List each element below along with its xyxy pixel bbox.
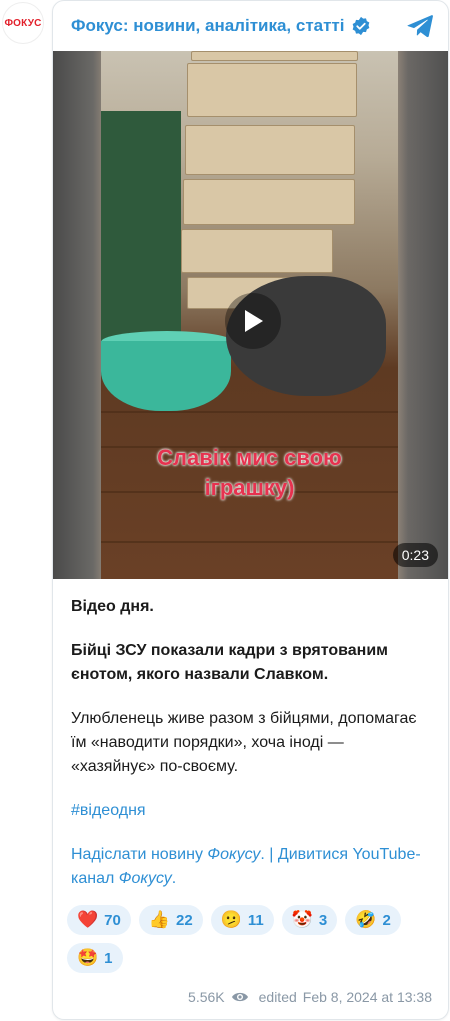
confused-face-icon: 🫤 xyxy=(220,910,242,930)
send-news-link[interactable]: Надіслати новину Фокусу xyxy=(71,846,260,863)
reaction-confused[interactable]: 🫤 11 xyxy=(210,905,274,935)
crate xyxy=(191,51,358,61)
message-header: Фокус: новини, аналітика, статті xyxy=(53,1,448,51)
video-player[interactable]: Славік мис свою іграшку) 0:23 xyxy=(53,51,448,579)
telegram-icon[interactable] xyxy=(406,13,434,39)
floorboard xyxy=(101,411,398,413)
green-basin xyxy=(101,341,231,411)
message-card: Фокус: новини, аналітика, статті Славік … xyxy=(52,0,449,1020)
reaction-count: 11 xyxy=(247,911,264,929)
overlay-line-2: іграшку) xyxy=(204,475,295,500)
heart-icon: ❤️ xyxy=(77,910,99,930)
message-date[interactable]: Feb 8, 2024 at 13:38 xyxy=(303,989,432,1005)
overlay-line-1: Славік мис свою xyxy=(157,445,342,470)
send-news-em: Фокусу xyxy=(207,846,261,863)
crate xyxy=(185,125,355,175)
post-lead: Бійці ЗСУ показали кадри з врятованим єн… xyxy=(71,642,389,683)
eye-icon xyxy=(231,992,248,1002)
reaction-count: 70 xyxy=(104,911,121,929)
avatar-logo-text: ФОКУС xyxy=(4,17,42,29)
reaction-rofl[interactable]: 🤣 2 xyxy=(345,905,401,935)
verified-badge-icon xyxy=(352,16,369,36)
reaction-count: 22 xyxy=(176,911,193,929)
video-caption-overlay: Славік мис свою іграшку) xyxy=(101,443,398,503)
message-footer: 5.56K edited Feb 8, 2024 at 13:38 xyxy=(188,989,432,1005)
links-separator: . | xyxy=(260,846,278,863)
reaction-count: 1 xyxy=(104,949,113,967)
youtube-link-end: . xyxy=(171,870,177,887)
clown-face-icon: 🤡 xyxy=(291,910,313,930)
rofl-face-icon: 🤣 xyxy=(355,910,377,930)
reaction-clown[interactable]: 🤡 3 xyxy=(281,905,338,935)
reaction-count: 3 xyxy=(318,911,328,929)
play-button[interactable] xyxy=(225,293,281,349)
reaction-star-struck[interactable]: 🤩 1 xyxy=(67,943,123,973)
reaction-thumbs-up[interactable]: 👍 22 xyxy=(138,905,203,935)
floorboard xyxy=(101,541,398,543)
crate xyxy=(183,179,355,225)
channel-title[interactable]: Фокус: новини, аналітика, статті xyxy=(71,16,345,36)
send-news-text: Надіслати новину xyxy=(71,846,208,863)
channel-avatar[interactable]: ФОКУС xyxy=(2,2,44,44)
play-icon xyxy=(245,310,263,332)
post-headline: Відео дня. xyxy=(71,598,154,615)
view-count: 5.56K xyxy=(188,989,225,1005)
crate xyxy=(181,229,333,273)
reaction-heart[interactable]: ❤️ 70 xyxy=(67,905,131,935)
youtube-link-em: Фокусу xyxy=(118,870,172,887)
links-paragraph: Надіслати новину Фокусу. | Дивитися YouT… xyxy=(71,843,430,891)
video-duration: 0:23 xyxy=(392,543,438,567)
message-text: Відео дня. Бійці ЗСУ показали кадри з вр… xyxy=(53,579,448,891)
edited-label: edited xyxy=(258,989,297,1005)
green-cabinet xyxy=(101,111,181,361)
reactions-bar: ❤️ 70 👍 22 🫤 11 🤡 3 🤣 2 🤩 1 xyxy=(53,905,448,973)
crate xyxy=(187,63,357,117)
hashtag-link[interactable]: #відеодня xyxy=(71,799,430,823)
star-struck-icon: 🤩 xyxy=(77,948,99,968)
post-body: Улюбленець живе разом з бійцями, допомаг… xyxy=(71,710,417,775)
reaction-count: 2 xyxy=(382,911,391,929)
thumbs-up-icon: 👍 xyxy=(148,910,171,930)
